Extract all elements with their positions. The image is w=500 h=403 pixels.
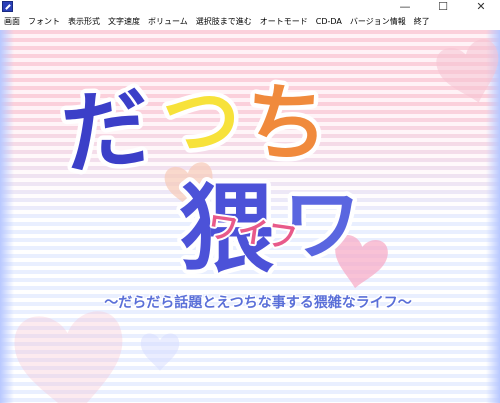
app-icon xyxy=(2,1,13,12)
logo-char-da: だ xyxy=(57,75,155,187)
logo-char-chi: ち xyxy=(241,72,332,176)
menu-item-version-info[interactable]: バージョン情報 xyxy=(346,14,410,29)
menu-item-skip-to-choice[interactable]: 選択肢まで進む xyxy=(192,14,256,29)
menu-item-font[interactable]: フォント xyxy=(24,14,64,29)
menu-item-auto-mode[interactable]: オートモード xyxy=(256,14,312,29)
menu-item-volume[interactable]: ボリューム xyxy=(144,14,192,29)
menu-item-text-speed[interactable]: 文字速度 xyxy=(104,14,144,29)
menu-item-display-format[interactable]: 表示形式 xyxy=(64,14,104,29)
title-screen[interactable]: だ つ ち 猥 ワ ワイフ 〜だらだら話題とえつちな事する猥雑なライフ〜 xyxy=(0,30,500,403)
logo-char-tsu: つ xyxy=(162,77,240,167)
menu-bar: 画面 フォント 表示形式 文字速度 ボリューム 選択肢まで進む オートモード C… xyxy=(0,14,500,29)
subtitle-text: 〜だらだら話題とえつちな事する猥雑なライフ〜 xyxy=(104,295,412,311)
menu-item-screen[interactable]: 画面 xyxy=(0,14,24,29)
game-logo: だ つ ち 猥 ワ ワイフ xyxy=(52,67,365,289)
maximize-button[interactable]: ☐ xyxy=(424,0,462,14)
minimize-button[interactable]: — xyxy=(386,0,424,14)
title-bar: — ☐ ✕ xyxy=(0,0,500,14)
menu-item-exit[interactable]: 終了 xyxy=(410,14,434,29)
close-button[interactable]: ✕ xyxy=(462,0,500,14)
menu-item-cd-da[interactable]: CD-DA xyxy=(312,14,346,29)
